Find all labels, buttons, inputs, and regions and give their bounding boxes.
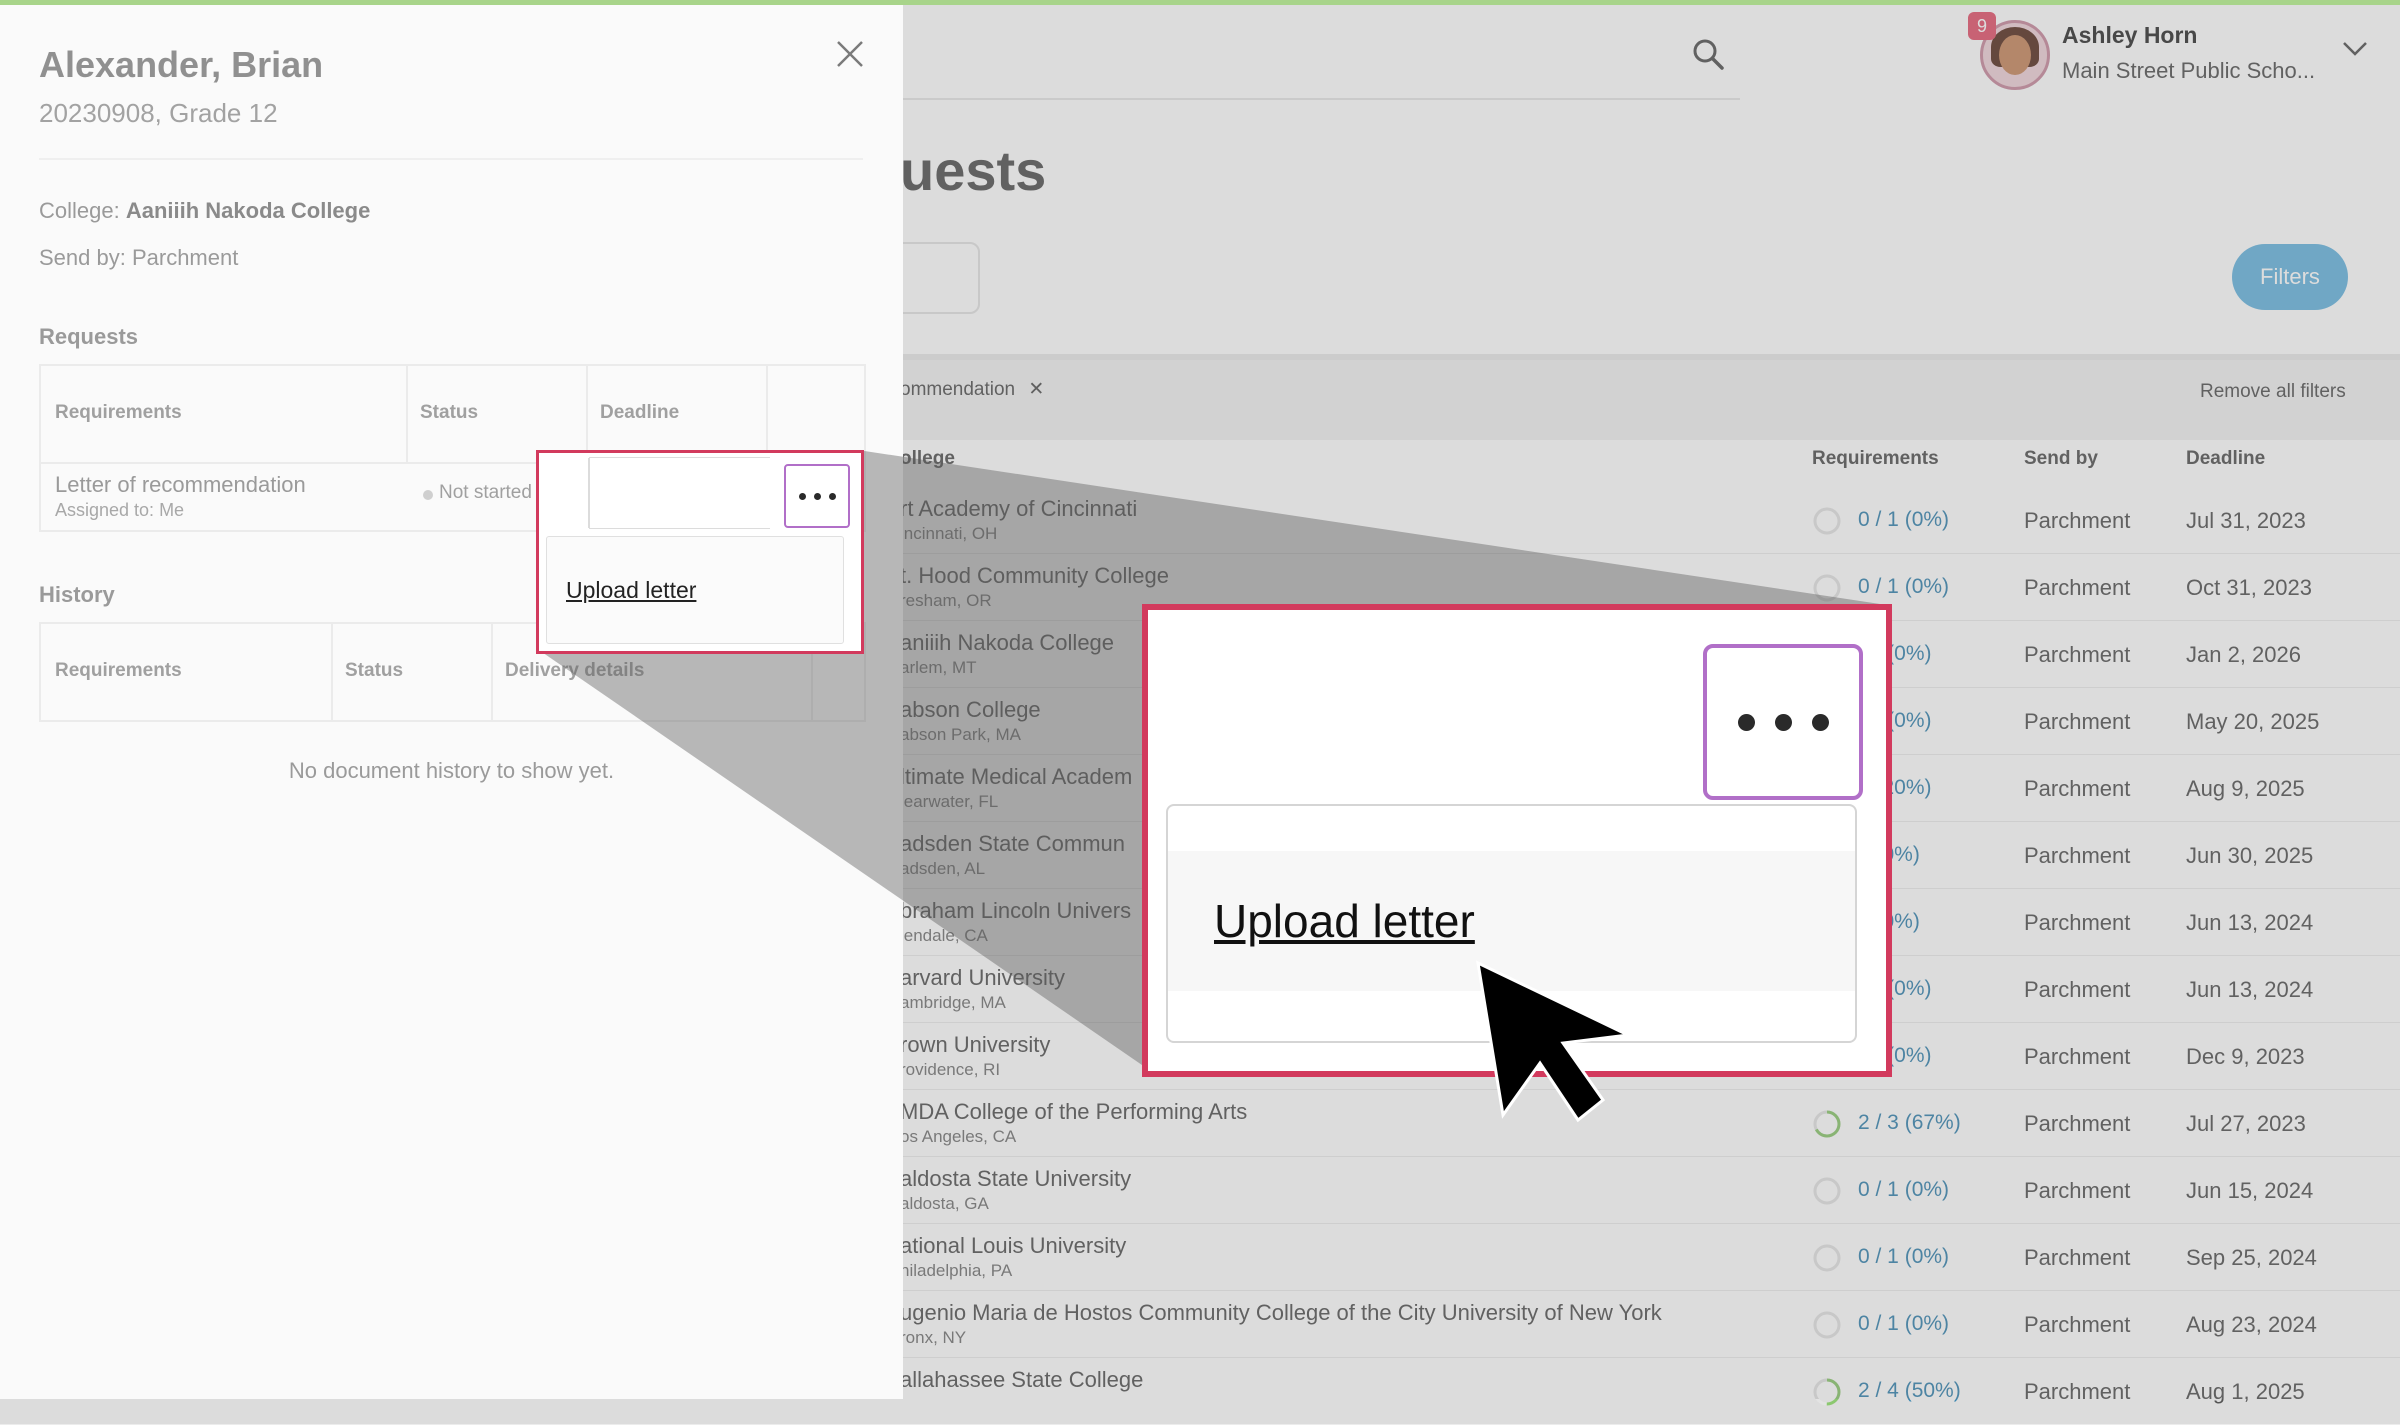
highlight-box: Upload letter xyxy=(536,450,864,654)
more-options-button[interactable] xyxy=(784,464,850,528)
upload-letter-link[interactable]: Upload letter xyxy=(566,577,696,604)
upload-letter-link-zoomed[interactable]: Upload letter xyxy=(1214,894,1475,948)
deadline-cell xyxy=(588,457,770,529)
mouse-pointer-icon xyxy=(1476,960,1634,1123)
more-options-button-zoomed[interactable] xyxy=(1703,644,1863,800)
actions-menu: Upload letter xyxy=(546,536,844,644)
top-accent-line xyxy=(0,0,2400,5)
